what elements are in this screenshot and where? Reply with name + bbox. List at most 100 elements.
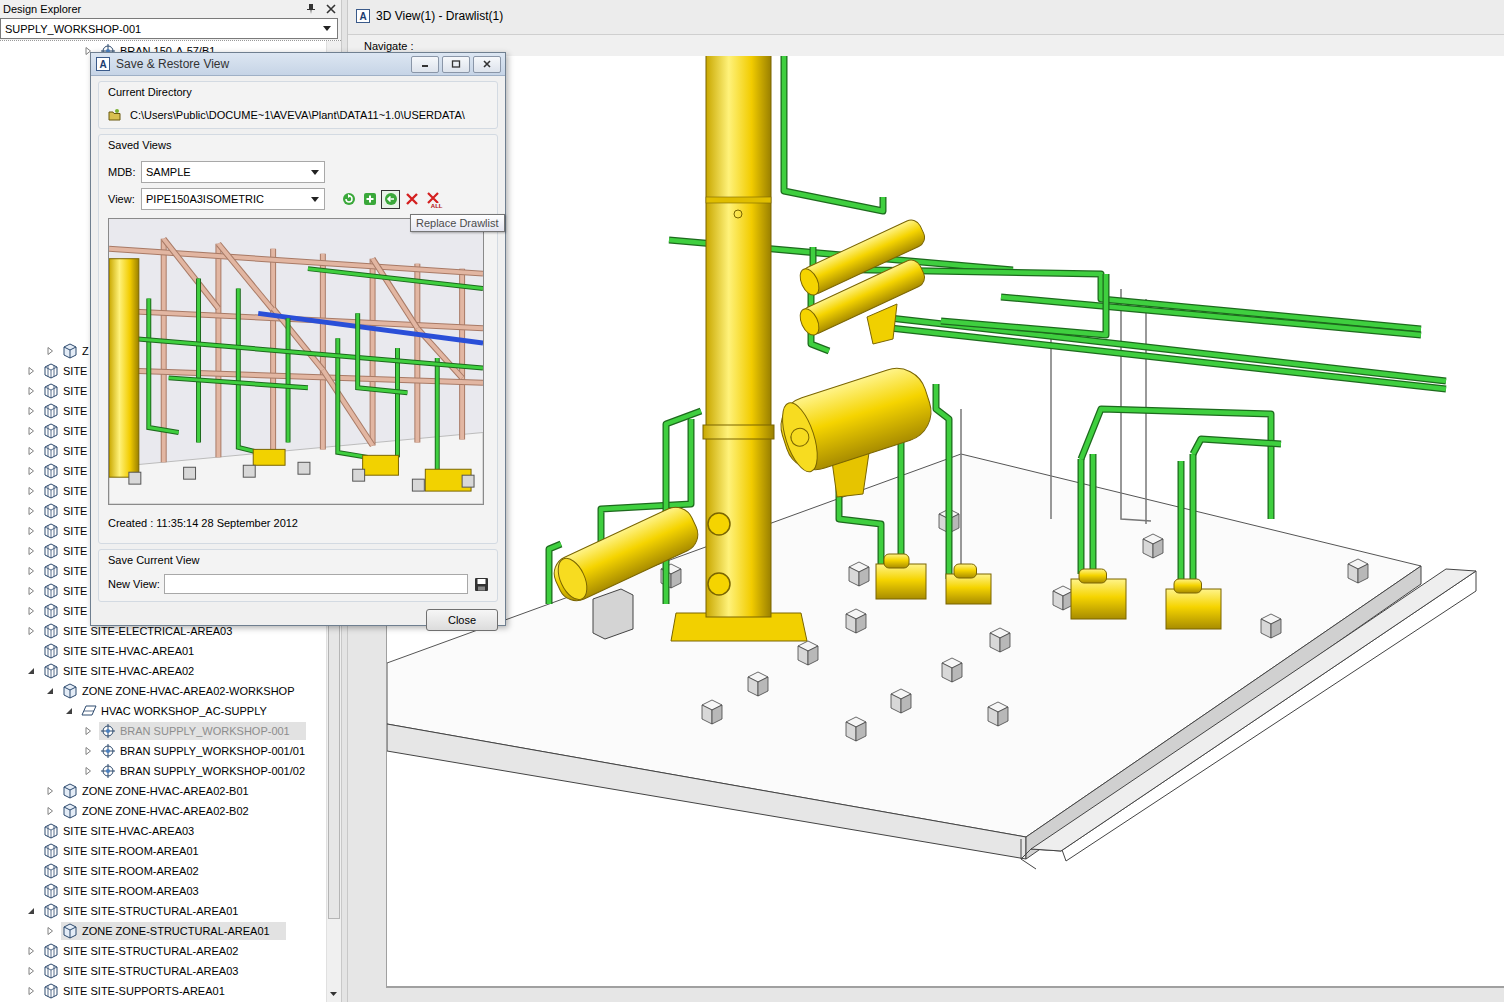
view-dropdown[interactable]: PIPE150A3ISOMETRIC (141, 188, 325, 210)
pipe[interactable] (1081, 409, 1271, 519)
maximize-button[interactable] (442, 56, 470, 73)
pump[interactable] (1071, 569, 1126, 619)
tree-item[interactable]: SITE SITE-HVAC-AREA01 (0, 641, 326, 661)
dropdown-value: PIPE150A3ISOMETRIC (146, 193, 264, 205)
tree-item[interactable]: SITE SITE-ROOM-AREA02 (0, 861, 326, 881)
expander-icon[interactable] (25, 465, 37, 477)
site-icon (43, 623, 59, 639)
tree-item[interactable]: BRAN SUPPLY_WORKSHOP-001 (0, 721, 326, 741)
delete-button[interactable] (402, 190, 421, 209)
scroll-down-icon[interactable] (327, 987, 340, 1000)
expander-icon[interactable] (25, 585, 37, 597)
pipe[interactable] (881, 327, 1446, 389)
minimize-button[interactable] (411, 56, 439, 73)
expander-icon[interactable] (82, 765, 94, 777)
site-icon (43, 663, 59, 679)
minimize-icon (420, 59, 430, 69)
explorer-dropdown[interactable]: SUPPLY_WORKSHOP-001 (0, 18, 338, 39)
expander-icon[interactable] (25, 625, 37, 637)
expander-icon[interactable] (25, 905, 37, 917)
expander-icon[interactable] (25, 505, 37, 517)
expander-icon[interactable] (82, 745, 94, 757)
expander-icon[interactable] (25, 565, 37, 577)
tree-item[interactable]: SITE SITE-STRUCTURAL-AREA03 (0, 961, 326, 981)
tree-item[interactable]: SITE SITE-ROOM-AREA03 (0, 881, 326, 901)
pipe[interactable] (941, 274, 1106, 335)
pipe[interactable] (1181, 461, 1182, 599)
pump[interactable] (946, 564, 991, 604)
expander-icon[interactable] (25, 365, 37, 377)
3d-canvas[interactable] (386, 56, 1504, 988)
expander-icon[interactable] (25, 545, 37, 557)
pin-icon[interactable] (305, 3, 317, 15)
tree-item[interactable]: SITE SITE-STRUCTURAL-AREA02 (0, 941, 326, 961)
pipe[interactable] (1093, 454, 1094, 574)
mdb-dropdown[interactable]: SAMPLE (141, 161, 325, 183)
tree-item[interactable]: BRAN SUPPLY_WORKSHOP-001/02 (0, 761, 326, 781)
expander-icon[interactable] (25, 425, 37, 437)
tree-item[interactable]: ZONE ZONE-HVAC-AREA02-B02 (0, 801, 326, 821)
tree-item[interactable]: SITE SITE-ROOM-AREA01 (0, 841, 326, 861)
aveva-logo-icon: A (356, 9, 370, 23)
tree-item[interactable]: HVAC WORKSHOP_AC-SUPPLY (0, 701, 326, 721)
view-tab[interactable]: A 3D View(1) - Drawlist(1) (348, 0, 513, 29)
tree-item-label: SITE SITE-STRUCTURAL-AREA01 (63, 905, 238, 917)
tree-item[interactable]: ZONE ZONE-STRUCTURAL-AREA01 (0, 921, 326, 941)
column[interactable] (671, 56, 807, 641)
dialog-title-bar[interactable]: A Save & Restore View (91, 53, 505, 76)
refresh-button[interactable] (339, 190, 358, 209)
expander-icon[interactable] (25, 665, 37, 677)
tree-item[interactable]: ZONE ZONE-HVAC-AREA02-B01 (0, 781, 326, 801)
save-icon[interactable] (474, 577, 489, 592)
pipe[interactable] (936, 384, 949, 579)
plant-model[interactable] (387, 56, 1504, 984)
expander-icon[interactable] (63, 705, 75, 717)
pipe[interactable] (1081, 459, 1082, 574)
site-icon (43, 843, 59, 859)
expander-icon[interactable] (82, 725, 94, 737)
tree-item[interactable]: SITE SITE-HVAC-AREA03 (0, 821, 326, 841)
close-icon[interactable] (325, 3, 337, 15)
expander-icon[interactable] (25, 405, 37, 417)
tree-item[interactable]: BRAN SUPPLY_WORKSHOP-001/01 (0, 741, 326, 761)
dropdown-arrow-icon (311, 197, 319, 202)
expander-icon[interactable] (25, 985, 37, 997)
heat-exchanger[interactable] (796, 217, 927, 344)
new-view-input[interactable] (164, 574, 468, 594)
pump[interactable] (1166, 579, 1221, 629)
site-icon (43, 583, 59, 599)
site-icon (43, 443, 59, 459)
pipe[interactable] (1193, 454, 1194, 599)
replace-button[interactable] (381, 190, 400, 209)
vessel[interactable] (773, 361, 939, 497)
expander-icon[interactable] (44, 685, 56, 697)
expander-icon[interactable] (44, 785, 56, 797)
close-button[interactable]: Close (426, 609, 498, 631)
expander-icon[interactable] (25, 445, 37, 457)
expander-icon[interactable] (44, 345, 56, 357)
close-button[interactable] (473, 56, 501, 73)
expander-icon[interactable] (25, 605, 37, 617)
aveva-logo-icon: A (96, 57, 110, 71)
expander-icon[interactable] (44, 805, 56, 817)
expander-icon[interactable] (25, 525, 37, 537)
expander-icon[interactable] (25, 965, 37, 977)
expander-icon[interactable] (25, 385, 37, 397)
expander-icon[interactable] (25, 485, 37, 497)
pipe[interactable] (1193, 439, 1281, 454)
expander-icon[interactable] (25, 945, 37, 957)
delete-all-button[interactable]: ALL (423, 190, 442, 209)
heat-exchanger[interactable] (548, 501, 703, 606)
tree-item[interactable]: SITE SITE-STRUCTURAL-AREA01 (0, 901, 326, 921)
pump[interactable] (876, 554, 926, 599)
view-tab-bar: A 3D View(1) - Drawlist(1) (348, 0, 1504, 35)
expander-icon[interactable] (44, 925, 56, 937)
tree-item[interactable]: SITE SITE-HVAC-AREA02 (0, 661, 326, 681)
pipe[interactable] (784, 56, 883, 211)
tree-item[interactable]: ZONE ZONE-HVAC-AREA02-WORKSHOP (0, 681, 326, 701)
tree-item[interactable]: SITE SITE-SUPPORTS-AREA01 (0, 981, 326, 1001)
folder-icon[interactable] (108, 108, 122, 122)
tree-item-label: BRAN SUPPLY_WORKSHOP-001 (120, 725, 290, 737)
add-button[interactable] (360, 190, 379, 209)
